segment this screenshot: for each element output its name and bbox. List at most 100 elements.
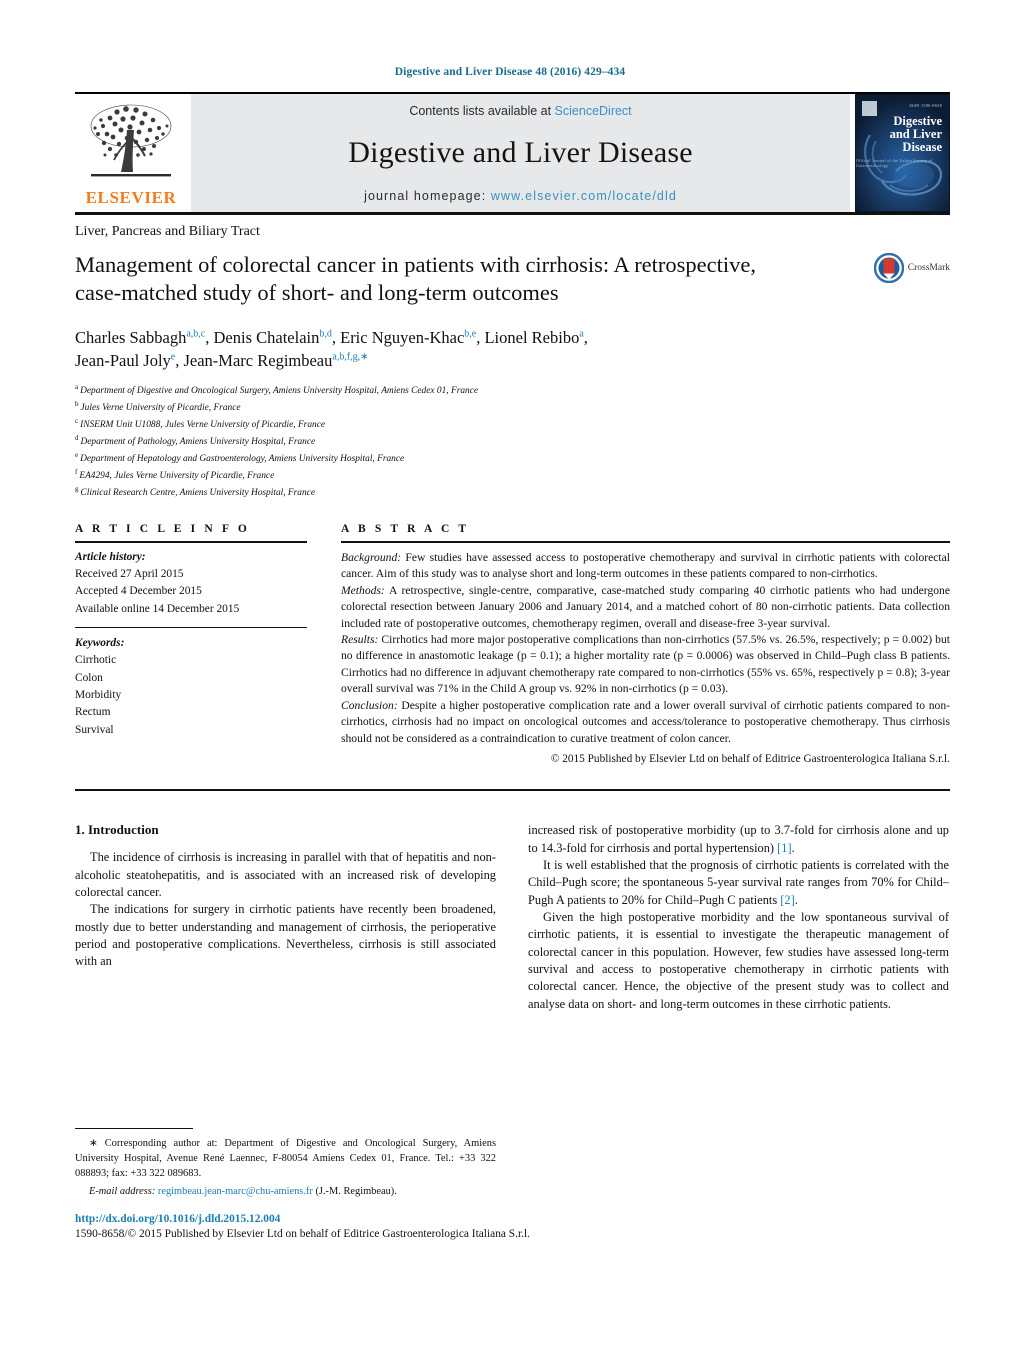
abstract-column: A B S T R A C T Background: Few studies … (341, 523, 950, 767)
abstract-conclusion-label: Conclusion: (341, 698, 398, 712)
affiliation-item: b Jules Verne University of Picardie, Fra… (75, 399, 950, 416)
abstract-background-label: Background: (341, 550, 402, 564)
author-affil-sup-2[interactable]: b,d (319, 329, 332, 340)
affiliation-text: Clinical Research Centre, Amiens Univers… (80, 487, 316, 498)
abstract-background-text: Few studies have assessed access to post… (341, 550, 950, 581)
abstract-methods-text: A retrospective, single-centre, comparat… (341, 583, 950, 630)
abstract-body: Background: Few studies have assessed ac… (341, 550, 950, 767)
contents-line: Contents lists available at ScienceDirec… (409, 104, 631, 118)
keyword-item: Survival (75, 723, 114, 736)
article-history-block: Article history: Received 27 April 2015 … (75, 549, 307, 618)
article-history-label: Article history: (75, 550, 146, 563)
crossmark-label: CrossMark (907, 263, 950, 273)
author-line1-separator: , (583, 328, 588, 347)
author-list: Charles Sabbagha,b,c, Denis Chatelainb,d… (75, 326, 950, 373)
body-top-rule (75, 789, 950, 792)
citation-ref-1[interactable]: [1] (777, 841, 791, 855)
email-note: E-mail address: regimbeau.jean-marc@chu-… (75, 1184, 496, 1200)
email-link[interactable]: regimbeau.jean-marc@chu-amiens.fr (158, 1186, 313, 1197)
body-column-right: increased risk of postoperative morbidit… (528, 822, 949, 1013)
author-name-3: , Eric Nguyen-Khac (331, 328, 465, 347)
intro-p2-cont-text: increased risk of postoperative morbidit… (528, 823, 949, 855)
sciencedirect-link[interactable]: ScienceDirect (555, 104, 632, 118)
homepage-prefix: journal homepage: (364, 189, 491, 203)
elsevier-wordmark: ELSEVIER (85, 188, 177, 207)
corresponding-author-star: ∗ (89, 1138, 98, 1149)
doi-link[interactable]: http://dx.doi.org/10.1016/j.dld.2015.12.… (75, 1212, 775, 1227)
affiliation-item: a Department of Digestive and Oncological… (75, 382, 950, 399)
intro-p2-cont-end: . (791, 840, 795, 855)
corresponding-author-marker[interactable]: ∗ (360, 352, 368, 363)
author-affil-sup-3[interactable]: b,e (464, 329, 476, 340)
affiliation-list: a Department of Digestive and Oncological… (75, 382, 950, 501)
journal-title: Digestive and Liver Disease (348, 135, 693, 169)
keywords-block: Keywords: Cirrhotic Colon Morbidity Rect… (75, 635, 307, 739)
cover-elsevier-mark (862, 101, 877, 116)
author-name-5: Jean-Paul Joly (75, 351, 171, 371)
crossmark-badge[interactable]: CrossMark (873, 253, 950, 283)
article-info-column: A R T I C L E I N F O Article history: R… (75, 523, 307, 767)
abstract-rule (341, 540, 950, 543)
affiliation-text: Jules Verne University of Picardie, Fran… (80, 402, 241, 413)
body-column-left: 1. Introduction The incidence of cirrhos… (75, 822, 496, 1013)
email-label: E-mail address: (89, 1186, 156, 1198)
elsevier-tree-icon (90, 104, 172, 177)
running-head-citation: Digestive and Liver Disease 48 (2016) 42… (394, 66, 626, 78)
keyword-item: Morbidity (75, 689, 122, 702)
body-columns: 1. Introduction The incidence of cirrhos… (75, 822, 950, 1013)
cover-title: Digestive and Liver Disease (890, 115, 942, 153)
author-affil-sup-1[interactable]: a,b,c (186, 329, 205, 340)
keywords-rule (75, 627, 307, 629)
intro-p3-end: . (794, 892, 798, 907)
keyword-item: Colon (75, 671, 103, 684)
journal-band: Contents lists available at ScienceDirec… (191, 94, 850, 212)
footnote-block: ∗ Corresponding author at: Department of… (75, 1128, 496, 1200)
journal-cover-thumbnail: ISSN 1590-8658 Digestive and Liver Disea… (855, 94, 950, 212)
homepage-url-link[interactable]: www.elsevier.com/locate/dld (491, 189, 677, 203)
cover-title-line-2: and Liver (889, 126, 942, 141)
affiliation-text: INSERM Unit U1088, Jules Verne Universit… (80, 419, 326, 430)
article-info-heading: A R T I C L E I N F O (75, 522, 250, 535)
cover-subtitle: Official Journal of the Italian Society … (856, 158, 933, 168)
article-info-rule (75, 540, 307, 543)
affiliation-item: c INSERM Unit U1088, Jules Verne Universi… (75, 416, 950, 433)
keyword-item: Rectum (75, 706, 111, 719)
contents-prefix: Contents lists available at (409, 104, 555, 118)
introduction-paragraph-1: The incidence of cirrhosis is increasing… (75, 850, 496, 899)
introduction-paragraph-4: Given the high postoperative morbidity a… (528, 910, 949, 1011)
doi-block: http://dx.doi.org/10.1016/j.dld.2015.12.… (75, 1212, 775, 1242)
abstract-copyright: © 2015 Published by Elsevier Ltd on beha… (550, 753, 950, 766)
abstract-background: Background: Few studies have assessed ac… (341, 550, 950, 583)
article-history-received: Received 27 April 2015 (75, 568, 184, 581)
citation-ref-2[interactable]: [2] (780, 893, 794, 907)
cover-title-line-1: Digestive (893, 114, 942, 128)
introduction-heading: 1. Introduction (75, 822, 159, 838)
masthead-bottom-rule (75, 212, 950, 215)
elsevier-logo: ELSEVIER (75, 94, 187, 212)
page-title: Management of colorectal cancer in patie… (75, 252, 757, 306)
journal-homepage-line: journal homepage: www.elsevier.com/locat… (364, 189, 677, 203)
abstract-heading: A B S T R A C T (341, 522, 470, 535)
issn-copyright-line: 1590-8658/© 2015 Published by Elsevier L… (75, 1227, 530, 1240)
article-history-accepted: Accepted 4 December 2015 (75, 585, 202, 598)
abstract-results: Results: Cirrhotics had more major posto… (341, 632, 950, 698)
cover-issn-text: ISSN 1590-8658 (909, 103, 942, 108)
affiliation-item: d Department of Pathology, Amiens Univers… (75, 433, 950, 450)
affiliation-text: Department of Hepatology and Gastroenter… (80, 453, 405, 464)
author-name-6: , Jean-Marc Regimbeau (175, 351, 333, 371)
author-name-1: Charles Sabbagh (75, 328, 187, 347)
introduction-paragraph-2-continued: increased risk of postoperative morbidit… (528, 822, 949, 857)
keywords-label: Keywords: (75, 637, 125, 650)
info-abstract-row: A R T I C L E I N F O Article history: R… (75, 523, 950, 767)
introduction-paragraph-3: It is well established that the prognosi… (528, 857, 949, 909)
abstract-results-label: Results: (341, 633, 379, 646)
email-suffix: (J.-M. Regimbeau). (312, 1186, 397, 1198)
article-page: Digestive and Liver Disease 48 (2016) 42… (0, 0, 1020, 1351)
author-affil-sup-6[interactable]: a,b,f,g, (332, 352, 360, 363)
journal-masthead: ELSEVIER Contents lists available at Sci… (75, 92, 950, 212)
affiliation-item: e Department of Hepatology and Gastroente… (75, 450, 950, 467)
article-history-online: Available online 14 December 2015 (75, 602, 240, 615)
abstract-methods: Methods: A retrospective, single-centre,… (341, 583, 950, 632)
introduction-paragraph-2: The indications for surgery in cirrhotic… (75, 902, 496, 969)
abstract-conclusion: Conclusion: Despite a higher postoperati… (341, 698, 950, 747)
